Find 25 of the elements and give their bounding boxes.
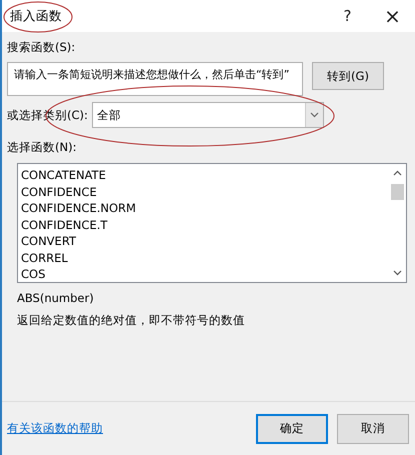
function-item[interactable]: CONVERT	[21, 233, 389, 250]
help-button[interactable]: ?	[325, 0, 370, 32]
function-item[interactable]: CONFIDENCE.T	[21, 216, 389, 233]
category-dropdown[interactable]: 全部	[92, 102, 324, 128]
search-field[interactable]: 请输入一条简短说明来描述您想做什么，然后单击“转到”	[7, 62, 303, 96]
scroll-up-icon[interactable]	[393, 170, 402, 176]
function-item[interactable]: COS	[21, 266, 389, 282]
close-button[interactable]: ×	[370, 0, 415, 32]
cancel-button[interactable]: 取消	[337, 414, 409, 444]
ok-button[interactable]: 确定	[256, 414, 328, 444]
function-item[interactable]: CONFIDENCE.NORM	[21, 200, 389, 216]
function-item[interactable]: CORREL	[21, 250, 389, 266]
annotation-ellipse	[2, 0, 74, 34]
help-link[interactable]: 有关该函数的帮助	[7, 421, 256, 436]
function-item[interactable]: CONCATENATE	[21, 167, 389, 184]
scroll-down-icon[interactable]	[393, 270, 402, 276]
function-item[interactable]: CONFIDENCE	[21, 184, 389, 200]
function-description: 返回给定数值的绝对值，即不带符号的数值	[17, 313, 246, 328]
function-signature: ABS(number)	[17, 291, 95, 305]
go-button[interactable]: 转到(G)	[312, 62, 384, 90]
search-label: 搜索函数(S):	[7, 40, 76, 55]
function-list-label: 选择函数(N):	[7, 140, 78, 155]
chevron-down-icon	[310, 112, 319, 118]
window-title: 插入函数	[10, 8, 63, 24]
scrollbar-thumb[interactable]	[391, 184, 404, 200]
